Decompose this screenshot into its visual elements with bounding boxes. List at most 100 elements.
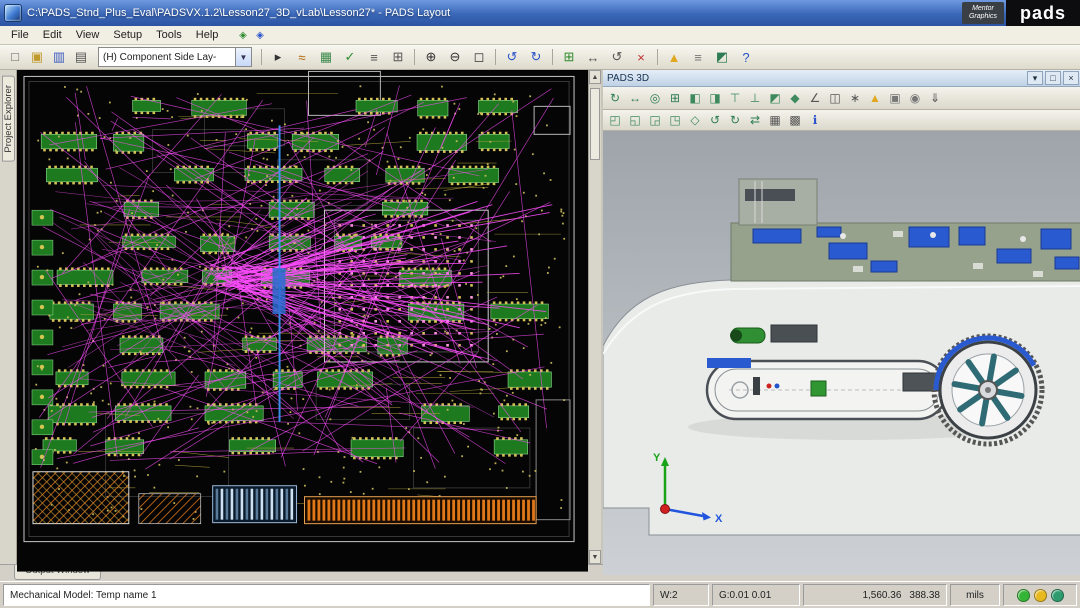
open-button[interactable]: ▣: [26, 46, 48, 68]
snapshot-button[interactable]: ▣: [886, 89, 904, 107]
pads3d-panel: PADS 3D ▾□× ↻↔◎⊞◧◨⊤⊥◩◆∠◫∗▲▣◉⇓ ◰◱◲◳◇↺↻⇄▦▩…: [601, 70, 1080, 564]
cube-right-button[interactable]: ◲: [646, 111, 664, 129]
file-icon-group: □▣▥▤: [4, 46, 92, 69]
status-units[interactable]: mils: [950, 584, 1000, 606]
status-led-group: [1003, 584, 1077, 606]
scrollbar-track[interactable]: [589, 84, 601, 550]
layer-dropdown[interactable]: (H) Component Side Lay- ▼: [98, 47, 252, 67]
statusbar: Mechanical Model: Temp name 1 W:2 G:0.01…: [0, 581, 1080, 608]
axis-y-label: Y: [653, 452, 661, 464]
print-button[interactable]: ▤: [70, 46, 92, 68]
chevron-down-icon[interactable]: ▼: [235, 48, 251, 66]
pan-view-button[interactable]: ↔: [626, 89, 644, 107]
help-button[interactable]: ?: [735, 46, 757, 68]
status-line-width[interactable]: W:2: [653, 584, 709, 606]
selection-mode-button[interactable]: ▸: [267, 46, 289, 68]
settings-3d-button[interactable]: ◉: [906, 89, 924, 107]
menu-edit[interactable]: Edit: [36, 28, 69, 42]
pads3d-close-button[interactable]: ×: [1063, 71, 1079, 85]
menu-help[interactable]: Help: [189, 28, 226, 42]
menu-file[interactable]: File: [4, 28, 36, 42]
warning-indicator[interactable]: ▲: [866, 89, 884, 107]
options-button[interactable]: ≡: [687, 46, 709, 68]
pcb-layout-pane[interactable]: ▲ ▼: [17, 70, 601, 564]
cube-iso-button[interactable]: ◇: [686, 111, 704, 129]
pads3d-window-buttons: ▾□×: [1025, 71, 1079, 85]
spin-right-button[interactable]: ↻: [726, 111, 744, 129]
back-view-button[interactable]: ◨: [706, 89, 724, 107]
front-view-button[interactable]: ◧: [686, 89, 704, 107]
explode-button[interactable]: ∗: [846, 89, 864, 107]
menu-tools[interactable]: Tools: [149, 28, 189, 42]
section-button[interactable]: ◫: [826, 89, 844, 107]
menu-shortcut-blue[interactable]: ◈: [252, 28, 267, 42]
undo-button[interactable]: ↺: [501, 46, 523, 68]
grid-button[interactable]: ⊞: [387, 46, 409, 68]
swap-view-button[interactable]: ⇄: [746, 111, 764, 129]
route-mode-button[interactable]: ≈: [291, 46, 313, 68]
toolbar-separator: [552, 49, 553, 65]
new-button[interactable]: □: [4, 46, 26, 68]
pads-brand-logo: pads: [1006, 0, 1080, 26]
redo-button[interactable]: ↻: [525, 46, 547, 68]
toolbar-separator: [414, 49, 415, 65]
menu-setup[interactable]: Setup: [106, 28, 149, 42]
menu-view[interactable]: View: [69, 28, 107, 42]
verify-design-button[interactable]: ✓: [339, 46, 361, 68]
pads3d-titlebar[interactable]: PADS 3D ▾□×: [603, 70, 1080, 87]
pads3d-viewport[interactable]: YX: [603, 131, 1080, 564]
measure-button[interactable]: ∠: [806, 89, 824, 107]
pads3d-float-button[interactable]: □: [1045, 71, 1061, 85]
model-info-button[interactable]: ℹ: [806, 111, 824, 129]
project-explorer-tab[interactable]: Project Explorer: [2, 76, 15, 162]
pcb-layout-canvas[interactable]: [17, 70, 588, 572]
drc-button[interactable]: ▲: [663, 46, 685, 68]
move-button[interactable]: ↔: [582, 46, 604, 68]
scroll-down-arrow[interactable]: ▼: [589, 550, 601, 564]
pads3d-menu-button[interactable]: ▾: [1027, 71, 1043, 85]
fit-view-button[interactable]: ⊞: [666, 89, 684, 107]
mentor-graphics-logo: Mentor Graphics: [962, 2, 1004, 24]
toolbar-icon-group: ▸≈▦✓≡⊞⊕⊖◻↺↻⊞↔↺×▲≡◩?: [258, 46, 757, 68]
cube-left-button[interactable]: ◳: [666, 111, 684, 129]
spin-left-button[interactable]: ↺: [706, 111, 724, 129]
cube-front-button[interactable]: ◱: [626, 111, 644, 129]
bottom-view-button[interactable]: ⊥: [746, 89, 764, 107]
components-3d-button[interactable]: ▩: [786, 111, 804, 129]
scroll-up-arrow[interactable]: ▲: [589, 70, 601, 84]
status-coordinates: 1,560.36 388.38: [803, 584, 947, 606]
add-component-button[interactable]: ⊞: [558, 46, 580, 68]
toolbar-separator: [495, 49, 496, 65]
pcb-vertical-scrollbar[interactable]: ▲ ▼: [588, 70, 601, 564]
top-view-button[interactable]: ⊤: [726, 89, 744, 107]
save-button[interactable]: ▥: [48, 46, 70, 68]
left-view-button[interactable]: ◩: [766, 89, 784, 107]
pads3d-toolbar-row1: ↻↔◎⊞◧◨⊤⊥◩◆∠◫∗▲▣◉⇓: [603, 87, 1080, 110]
zoom-view-button[interactable]: ◎: [646, 89, 664, 107]
zoom-in-button[interactable]: ⊕: [420, 46, 442, 68]
layers-button[interactable]: ≡: [363, 46, 385, 68]
status-coord-x: 1,560.36: [862, 590, 901, 601]
board-3d-button[interactable]: ▦: [766, 111, 784, 129]
delete-button[interactable]: ×: [630, 46, 652, 68]
view-3d-button[interactable]: ◩: [711, 46, 733, 68]
board-fit-button[interactable]: ◻: [468, 46, 490, 68]
rotate-button[interactable]: ↺: [606, 46, 628, 68]
design-toolbar-button[interactable]: ▦: [315, 46, 337, 68]
status-grid[interactable]: G:0.01 0.01: [712, 584, 800, 606]
rotate-view-button[interactable]: ↻: [606, 89, 624, 107]
mentor-logo-line1: Mentor: [969, 5, 997, 13]
cube-top-button[interactable]: ◰: [606, 111, 624, 129]
zoom-out-button[interactable]: ⊖: [444, 46, 466, 68]
mentor-logo-line2: Graphics: [969, 13, 997, 21]
menu-shortcut-icons: ◈◈: [235, 28, 267, 42]
pads3d-title: PADS 3D: [607, 73, 1025, 84]
pads3d-canvas[interactable]: YX: [603, 131, 1080, 575]
scrollbar-thumb[interactable]: [590, 88, 600, 160]
menu-shortcut-green[interactable]: ◈: [235, 28, 250, 42]
window-title: C:\PADS_Stnd_Plus_Eval\PADSVX.1.2\Lesson…: [27, 7, 962, 19]
iso-view-button[interactable]: ◆: [786, 89, 804, 107]
export-3d-button[interactable]: ⇓: [926, 89, 944, 107]
status-led-yellow: [1034, 589, 1047, 602]
main-area: Project Explorer ▲ ▼ PADS 3D ▾□× ↻↔◎⊞◧◨⊤…: [0, 70, 1080, 564]
